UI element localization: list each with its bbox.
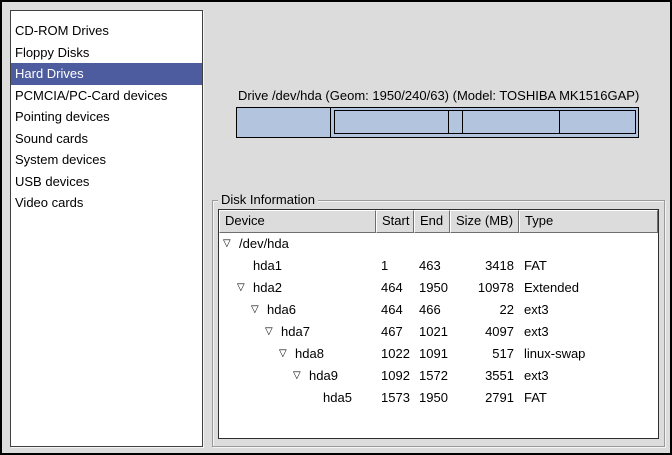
device-cell: ▽/dev/hda bbox=[219, 233, 376, 255]
disk-row-hda8[interactable]: ▽hda810221091517linux-swap bbox=[219, 343, 658, 365]
start-cell: 1573 bbox=[376, 387, 414, 409]
device-name: hda6 bbox=[267, 299, 296, 321]
device-name: hda5 bbox=[323, 387, 352, 409]
disk-row-hda7[interactable]: ▽hda746710214097ext3 bbox=[219, 321, 658, 343]
column-header-start[interactable]: Start bbox=[376, 210, 414, 233]
disk-row-hda6[interactable]: ▽hda646446622ext3 bbox=[219, 299, 658, 321]
end-cell: 1572 bbox=[414, 365, 450, 387]
device-cell: ▽hda6 bbox=[219, 299, 376, 321]
disk-row-dev-hda[interactable]: ▽/dev/hda bbox=[219, 233, 658, 255]
disk-information-frame-title: Disk Information bbox=[218, 192, 318, 208]
disk-information-frame: Disk Information DeviceStartEndSize (MB)… bbox=[212, 200, 665, 447]
start-cell: 1 bbox=[376, 255, 414, 277]
tree-indent bbox=[223, 398, 307, 399]
sidebar-item-hard-drives[interactable]: Hard Drives bbox=[11, 63, 202, 85]
type-cell: linux-swap bbox=[519, 343, 658, 365]
size-cell: 4097 bbox=[450, 321, 519, 343]
type-cell: ext3 bbox=[519, 299, 658, 321]
type-cell: FAT bbox=[519, 255, 658, 277]
tree-indent bbox=[223, 310, 251, 311]
expander-triangle-icon[interactable]: ▽ bbox=[237, 277, 253, 299]
start-cell: 1092 bbox=[376, 365, 414, 387]
end-cell bbox=[414, 233, 450, 255]
device-cell: ▽hda8 bbox=[219, 343, 376, 365]
size-cell: 517 bbox=[450, 343, 519, 365]
sidebar-item-video-cards[interactable]: Video cards bbox=[11, 192, 202, 214]
sidebar-item-pointing-devices[interactable]: Pointing devices bbox=[11, 106, 202, 128]
expander-triangle-icon[interactable]: ▽ bbox=[251, 299, 267, 321]
start-cell bbox=[376, 233, 414, 255]
column-header-type[interactable]: Type bbox=[519, 210, 658, 233]
column-header-size-mb[interactable]: Size (MB) bbox=[450, 210, 519, 233]
type-cell: FAT bbox=[519, 387, 658, 409]
size-cell: 3551 bbox=[450, 365, 519, 387]
expander-triangle-icon[interactable]: ▽ bbox=[293, 365, 309, 387]
device-name: /dev/hda bbox=[239, 233, 289, 255]
sidebar-item-pcmcia-pc-card-devices[interactable]: PCMCIA/PC-Card devices bbox=[11, 85, 202, 107]
sidebar-item-system-devices[interactable]: System devices bbox=[11, 149, 202, 171]
device-name: hda1 bbox=[253, 255, 282, 277]
start-cell: 464 bbox=[376, 277, 414, 299]
disk-table-body: ▽/dev/hdahda114633418FAT▽hda246419501097… bbox=[219, 233, 658, 409]
end-cell: 1950 bbox=[414, 277, 450, 299]
drive-info-label: Drive /dev/hda (Geom: 1950/240/63) (Mode… bbox=[238, 88, 639, 103]
end-cell: 466 bbox=[414, 299, 450, 321]
partition-segment-hda1 bbox=[237, 108, 331, 137]
column-header-end[interactable]: End bbox=[414, 210, 450, 233]
sidebar-item-usb-devices[interactable]: USB devices bbox=[11, 171, 202, 193]
hardware-browser-window: CD-ROM DrivesFloppy DisksHard DrivesPCMC… bbox=[0, 0, 672, 455]
extended-partition-divider-3 bbox=[559, 111, 560, 133]
device-name: hda7 bbox=[281, 321, 310, 343]
type-cell: ext3 bbox=[519, 321, 658, 343]
expander-triangle-icon[interactable]: ▽ bbox=[265, 321, 281, 343]
sidebar-item-cd-rom-drives[interactable]: CD-ROM Drives bbox=[11, 20, 202, 42]
size-cell: 3418 bbox=[450, 255, 519, 277]
extended-partition-divider-2 bbox=[462, 111, 463, 133]
expander-triangle-icon[interactable]: ▽ bbox=[223, 233, 239, 255]
partition-segment-extended-hda2 bbox=[334, 110, 636, 134]
end-cell: 1091 bbox=[414, 343, 450, 365]
tree-indent bbox=[223, 266, 237, 267]
type-cell: ext3 bbox=[519, 365, 658, 387]
end-cell: 1021 bbox=[414, 321, 450, 343]
expander-triangle-icon[interactable]: ▽ bbox=[279, 343, 295, 365]
size-cell: 22 bbox=[450, 299, 519, 321]
size-cell: 2791 bbox=[450, 387, 519, 409]
device-cell: hda5 bbox=[219, 387, 376, 409]
end-cell: 1950 bbox=[414, 387, 450, 409]
device-cell: ▽hda7 bbox=[219, 321, 376, 343]
device-cell: ▽hda2 bbox=[219, 277, 376, 299]
tree-indent bbox=[223, 376, 293, 377]
tree-indent bbox=[223, 288, 237, 289]
start-cell: 467 bbox=[376, 321, 414, 343]
device-category-list: CD-ROM DrivesFloppy DisksHard DrivesPCMC… bbox=[10, 10, 203, 447]
device-name: hda2 bbox=[253, 277, 282, 299]
type-cell: Extended bbox=[519, 277, 658, 299]
device-cell: hda1 bbox=[219, 255, 376, 277]
end-cell: 463 bbox=[414, 255, 450, 277]
start-cell: 1022 bbox=[376, 343, 414, 365]
device-name: hda9 bbox=[309, 365, 338, 387]
device-name: hda8 bbox=[295, 343, 324, 365]
disk-row-hda9[interactable]: ▽hda9109215723551ext3 bbox=[219, 365, 658, 387]
partition-bar bbox=[236, 107, 639, 138]
sidebar-item-floppy-disks[interactable]: Floppy Disks bbox=[11, 42, 202, 64]
sidebar-item-sound-cards[interactable]: Sound cards bbox=[11, 128, 202, 150]
disk-row-hda5[interactable]: hda5 157319502791FAT bbox=[219, 387, 658, 409]
type-cell bbox=[519, 233, 658, 255]
extended-partition-divider-1 bbox=[448, 111, 449, 133]
disk-row-hda1[interactable]: hda1 14633418FAT bbox=[219, 255, 658, 277]
tree-indent bbox=[223, 354, 279, 355]
disk-information-table: DeviceStartEndSize (MB)Type ▽/dev/hdahda… bbox=[218, 209, 659, 439]
start-cell: 464 bbox=[376, 299, 414, 321]
size-cell: 10978 bbox=[450, 277, 519, 299]
disk-table-header: DeviceStartEndSize (MB)Type bbox=[219, 210, 658, 233]
device-cell: ▽hda9 bbox=[219, 365, 376, 387]
disk-row-hda2[interactable]: ▽hda2464195010978Extended bbox=[219, 277, 658, 299]
column-header-device[interactable]: Device bbox=[219, 210, 376, 233]
tree-indent bbox=[223, 332, 265, 333]
size-cell bbox=[450, 233, 519, 255]
